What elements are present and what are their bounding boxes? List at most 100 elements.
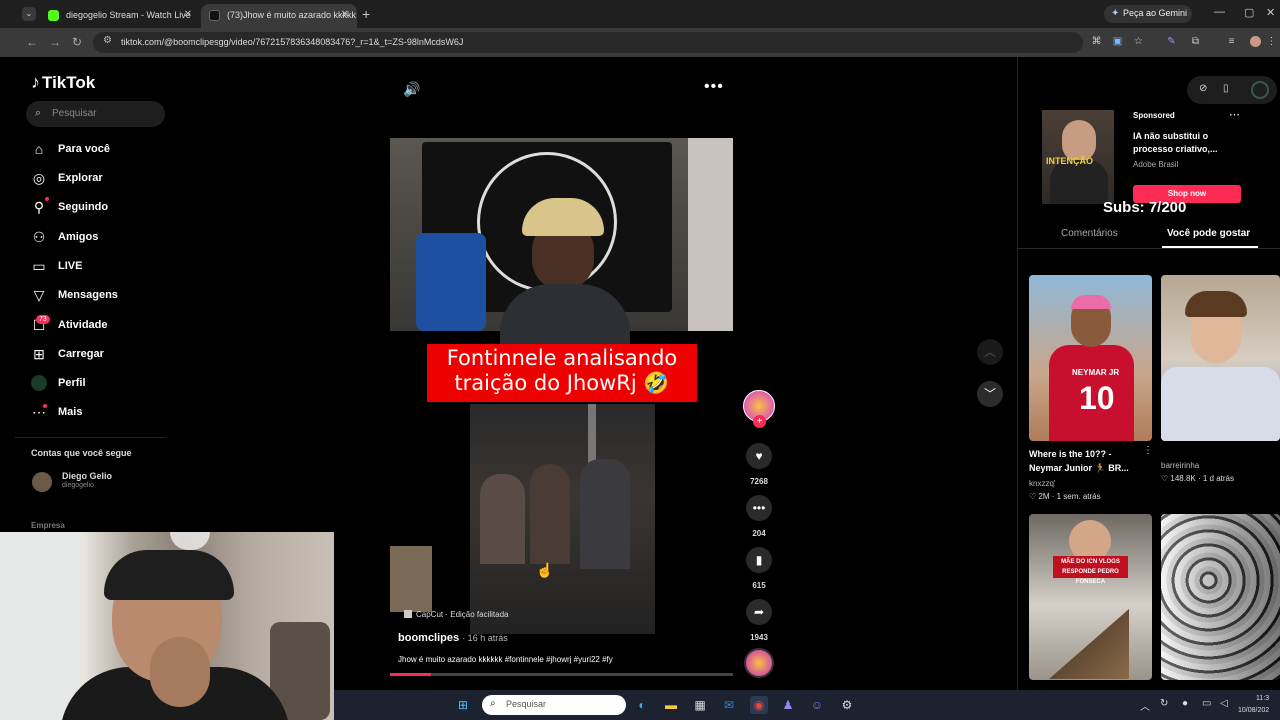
video-progress-bar[interactable] — [390, 673, 733, 676]
file-explorer-icon[interactable]: ▬ — [662, 696, 680, 714]
recommended-video-card[interactable] — [1161, 275, 1280, 441]
address-bar[interactable]: ⚙ tiktok.com/@boomclipesgg/video/7672157… — [93, 32, 1083, 53]
profile-circle[interactable] — [1251, 81, 1269, 99]
avatar[interactable] — [32, 472, 52, 492]
notification-dot — [43, 404, 47, 408]
sync-icon[interactable]: ↻ — [1160, 698, 1168, 709]
comment-button[interactable]: ••• — [746, 495, 772, 521]
minimize-icon[interactable]: — — [1214, 6, 1225, 18]
extension-pen-icon[interactable]: ✎ — [1166, 36, 1177, 47]
browser-tab-stream[interactable]: diegogelio Stream - Watch Live ✕ — [40, 4, 200, 28]
screenshot-icon[interactable]: ▣ — [1112, 36, 1123, 47]
chevron-down-icon: ﹀ — [983, 387, 996, 401]
compass-icon: ◎ — [32, 170, 46, 186]
sidebar-item-perfil[interactable]: Perfil — [31, 374, 171, 394]
close-icon[interactable]: ✕ — [341, 9, 349, 20]
store-icon[interactable]: ▦ — [691, 696, 709, 714]
tab-comentarios[interactable]: Comentários — [1061, 228, 1118, 239]
sidebar-item-explorar[interactable]: ◎ Explorar — [31, 169, 171, 189]
video-player[interactable]: Fontinnele analisando traição do JhowRj … — [390, 138, 733, 678]
ad-more-icon[interactable]: ⋯ — [1229, 108, 1240, 121]
ad-thumbnail[interactable]: INTENÇÃO — [1042, 110, 1114, 204]
sidebar-item-carregar[interactable]: ⊞ Carregar — [31, 345, 171, 365]
tray-chevron-icon[interactable]: ︿ — [1140, 698, 1150, 713]
back-icon[interactable]: ← — [26, 35, 38, 49]
share-button[interactable]: ➦ — [746, 599, 772, 625]
video-author[interactable]: boomclipes · 16 h atrás — [398, 632, 508, 644]
save-button[interactable]: ▮ — [746, 547, 772, 573]
comment-count: 204 — [752, 529, 766, 538]
capcut-icon — [404, 610, 412, 618]
sidebar-item-atividade[interactable]: ☐ Atividade — [31, 316, 171, 336]
follow-plus-button[interactable]: + — [753, 415, 766, 428]
following-name[interactable]: Diego Gelio — [62, 471, 112, 481]
reload-icon[interactable]: ↻ — [72, 35, 82, 49]
clock-date: 10/08/202 — [1238, 707, 1270, 714]
translate-icon[interactable]: ⌘ — [1091, 36, 1102, 47]
card-title[interactable]: Where is the 10?? - Neymar Junior 🏃 BR..… — [1029, 447, 1141, 475]
card-more-icon[interactable]: ⋮ — [1143, 445, 1153, 456]
volume-icon[interactable]: 🔊 — [403, 81, 420, 98]
sidebar-item-mensagens[interactable]: ▽ Mensagens — [31, 286, 171, 306]
edge-icon[interactable]: ◐ — [633, 696, 651, 714]
avatar — [31, 375, 47, 391]
windows-start-icon[interactable]: ⊞ — [454, 696, 472, 714]
taskbar-search-input[interactable]: ⌕ Pesquisar — [482, 695, 626, 715]
settings-icon[interactable]: ⚙ — [838, 696, 856, 714]
chrome-icon[interactable]: ◉ — [750, 696, 768, 714]
gemini-icon: ✦ — [1111, 8, 1120, 19]
browser-tab-tiktok[interactable]: (73)Jhow é muito azarado kkkkk ✕ — [201, 4, 357, 28]
like-button[interactable]: ♥ — [746, 443, 772, 469]
tiktok-logo[interactable]: ♪ TikTok — [31, 72, 95, 93]
discord-icon[interactable]: ☺ — [808, 696, 826, 714]
recommended-video-card[interactable]: MÃE DO ICN VLOGS RESPONDE PEDRO FONSECA — [1029, 514, 1152, 680]
sidebar-item-para-voce[interactable]: ⌂ Para você — [31, 140, 171, 160]
network-icon[interactable]: ▭ — [1202, 698, 1211, 709]
card-user[interactable]: knxzzq' — [1029, 479, 1055, 488]
microphone-icon[interactable]: ● — [1182, 698, 1188, 709]
recommended-video-card[interactable]: NEYMAR JR 10 — [1029, 275, 1152, 441]
music-disc-icon[interactable] — [744, 648, 774, 678]
compass-icon[interactable]: ⊘ — [1199, 83, 1207, 94]
previous-video-button[interactable]: ︿ — [977, 339, 1003, 365]
side-thumbnail — [390, 546, 432, 612]
bookmark-star-icon[interactable]: ☆ — [1133, 36, 1144, 47]
ad-brand: Adobe Brasil — [1133, 160, 1179, 169]
sidebar-item-seguindo[interactable]: ⚲ Seguindo — [31, 198, 171, 218]
profile-avatar[interactable] — [1250, 36, 1261, 47]
ad-title[interactable]: IA não substitui o processo criativo,... — [1133, 130, 1233, 156]
teams-icon[interactable]: ♟ — [779, 696, 797, 714]
active-tab-indicator — [1162, 246, 1258, 248]
caption-line: traição do JhowRj 🤣 — [454, 371, 670, 395]
taskbar-clock[interactable]: 11:3 10/08/202 — [1238, 693, 1269, 717]
author-name[interactable]: boomclipes — [398, 632, 459, 644]
browser-toolbar: ← → ↻ ⚙ tiktok.com/@boomclipesgg/video/7… — [0, 28, 1280, 57]
card-image-text: NEYMAR JR — [1072, 368, 1120, 377]
sidebar-item-mais[interactable]: ⋯ Mais — [31, 403, 171, 423]
video-more-icon[interactable]: ••• — [704, 78, 724, 96]
forward-icon[interactable]: → — [49, 35, 61, 49]
close-window-icon[interactable]: ✕ — [1266, 6, 1275, 19]
sidebar-item-live[interactable]: ▭ LIVE — [31, 257, 171, 277]
next-video-button[interactable]: ﹀ — [977, 381, 1003, 407]
card-user[interactable]: barreirinha — [1161, 461, 1199, 470]
site-info-icon[interactable]: ⚙ — [103, 35, 112, 46]
close-icon[interactable]: ✕ — [184, 9, 192, 20]
menu-icon[interactable]: ⋮ — [1266, 36, 1277, 47]
gemini-button[interactable]: ✦ Peça ao Gemini — [1104, 5, 1192, 23]
recommended-video-card[interactable] — [1161, 514, 1280, 680]
tab-voce-pode-gostar[interactable]: Você pode gostar — [1167, 228, 1250, 239]
new-tab-button[interactable]: + — [362, 6, 370, 22]
phone-icon[interactable]: ▯ — [1223, 83, 1229, 94]
sidebar-item-label: Perfil — [58, 377, 86, 389]
volume-tray-icon[interactable]: ◁ — [1220, 698, 1228, 709]
search-input[interactable]: ⌕ Pesquisar — [26, 101, 165, 127]
sidebar-item-amigos[interactable]: ⚇ Amigos — [31, 228, 171, 248]
tab-search-icon[interactable]: ⌄ — [22, 7, 36, 21]
friends-icon: ⚇ — [32, 229, 46, 245]
media-icon[interactable]: ≡ — [1226, 36, 1237, 47]
maximize-icon[interactable]: ▢ — [1244, 6, 1254, 19]
extensions-icon[interactable]: ⧉ — [1190, 36, 1201, 47]
mail-icon[interactable]: ✉ — [720, 696, 738, 714]
capcut-tag[interactable]: CapCut · Edição facilitada — [404, 610, 509, 619]
